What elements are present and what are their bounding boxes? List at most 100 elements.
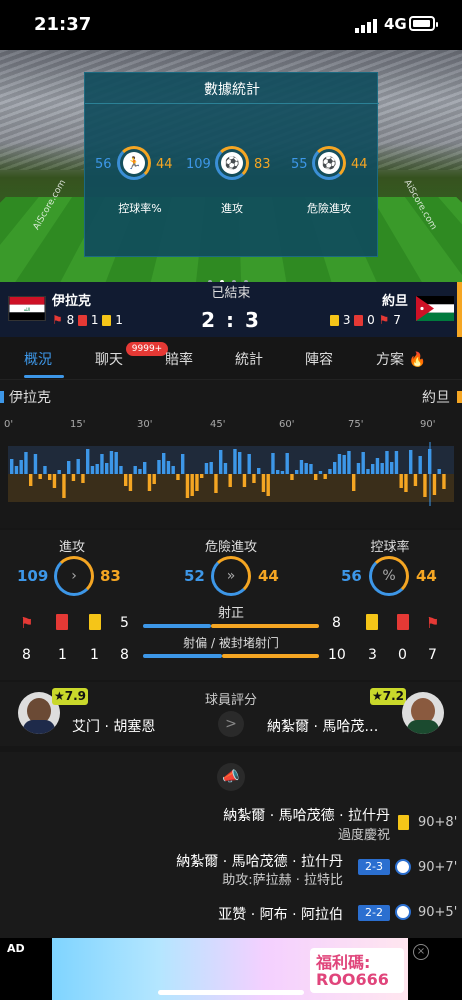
momentum-bar	[418, 456, 422, 474]
momentum-bar	[162, 453, 166, 474]
momentum-bar	[147, 474, 152, 491]
possession-ring: 🏃	[117, 146, 151, 180]
momentum-bar	[333, 462, 337, 474]
battery-icon	[409, 16, 438, 31]
ad-close-icon[interactable]: ×	[413, 944, 429, 960]
event-minute: 90+5'	[418, 905, 458, 920]
ratings-title: 球員評分	[204, 693, 257, 708]
momentum-bar	[423, 474, 427, 497]
yellow-card-icon	[398, 815, 409, 830]
away-team-name[interactable]: 約旦	[382, 290, 408, 309]
momentum-bar	[209, 462, 213, 474]
tab-overview[interactable]: 概況	[24, 349, 52, 369]
home-team-name[interactable]: 伊拉克	[52, 290, 91, 309]
tab-chat[interactable]: 聊天	[95, 349, 123, 369]
momentum-bar	[295, 470, 299, 474]
momentum-bar	[399, 474, 403, 488]
momentum-bar	[266, 474, 270, 496]
shots-on-away-bar	[211, 624, 319, 628]
ad-code-line2: ROO666	[316, 970, 389, 989]
momentum-bar	[352, 474, 356, 491]
danger-ring: ⚽	[312, 146, 346, 180]
home-indicator	[158, 990, 304, 995]
event-player-name: 納紮爾 · 馬哈茂德 · 拉什丹	[176, 854, 343, 870]
momentum-bar	[390, 462, 394, 474]
event-player-name: 亚赞 · 阿布 · 阿拉伯	[218, 907, 343, 923]
tab-odds[interactable]: 賠率	[165, 349, 193, 369]
momentum-bar	[33, 454, 38, 474]
tab-lineup[interactable]: 陣容	[305, 349, 333, 369]
chevrons-icon: »	[226, 568, 236, 584]
tab-stats[interactable]: 統計	[235, 349, 263, 369]
danger-away: 44	[258, 567, 279, 585]
momentum-bar	[432, 474, 437, 495]
event-score: 2-3	[358, 859, 390, 875]
event-score: 2-2	[358, 905, 390, 921]
momentum-bar	[328, 469, 332, 474]
momentum-bar	[257, 468, 261, 474]
corner-flag-icon: ⚑	[426, 614, 440, 632]
yellow-card-icon	[102, 315, 112, 326]
momentum-bar	[304, 463, 308, 474]
momentum-bar	[143, 462, 147, 474]
jordan-flag-icon	[416, 296, 454, 321]
attack-home: 109	[17, 567, 49, 585]
panel-stat-right: 83	[254, 157, 271, 172]
momentum-bar	[261, 474, 266, 492]
momentum-bar	[62, 474, 66, 498]
panel-stat-label: 進攻	[221, 202, 243, 215]
shots-on-away: 8	[332, 615, 341, 631]
momentum-bar	[114, 452, 118, 474]
event-detail: 助攻:萨拉赫 · 拉特比	[222, 873, 343, 888]
away-color-strip	[457, 282, 462, 337]
momentum-bar	[323, 474, 327, 479]
possession-label: 控球率	[370, 540, 410, 555]
panel-stat-left: 109	[186, 157, 211, 172]
attack-label: 進攻	[58, 540, 85, 555]
svg-text:الله: الله	[24, 308, 31, 313]
momentum-bar	[361, 452, 365, 474]
stats-panel: 數據統計 56 🏃 44 控球率% 109 ⚽ 83 進攻 55 ⚽ 44 危險…	[84, 72, 379, 257]
momentum-bar	[190, 474, 194, 496]
possession-ring: %	[369, 556, 409, 596]
tab-plans[interactable]: 方案 🔥	[376, 349, 426, 369]
momentum-bar	[152, 474, 156, 484]
corner-flag-icon: ⚑	[20, 614, 34, 632]
momentum-bar	[119, 466, 123, 474]
momentum-bar	[366, 469, 370, 474]
corner-flag-icon: ⚑	[378, 313, 390, 327]
momentum-bar	[185, 474, 190, 498]
momentum-bar	[43, 466, 47, 474]
possession-away: 44	[416, 567, 437, 585]
danger-home: 52	[184, 567, 205, 585]
possession-home: 56	[341, 567, 362, 585]
momentum-bar	[342, 455, 346, 474]
panel-stat-label: 控球率%	[118, 202, 162, 215]
yellow-card-icon	[89, 614, 101, 630]
match-status: 已結束	[211, 286, 251, 301]
home-player-name[interactable]: 艾门 · 胡塞恩	[72, 716, 155, 736]
momentum-bar	[371, 464, 375, 474]
away-player-name[interactable]: 納紮爾 · 馬哈茂…	[267, 716, 378, 736]
momentum-bar	[24, 452, 28, 474]
red-card-icon	[397, 614, 409, 630]
momentum-bar	[219, 450, 223, 474]
event-detail: 過度慶祝	[337, 828, 390, 843]
percent-icon: %	[382, 568, 396, 584]
momentum-bar	[238, 452, 242, 474]
momentum-bar	[71, 474, 76, 481]
momentum-bar	[285, 453, 289, 474]
momentum-bar	[299, 460, 304, 474]
momentum-bar	[48, 474, 52, 480]
ratings-arrow-button[interactable]: >	[218, 711, 244, 737]
attack-ring: ›	[54, 556, 94, 596]
carousel-dots[interactable]	[208, 269, 256, 284]
momentum-bar	[228, 474, 232, 487]
momentum-bar	[52, 474, 57, 488]
event-player-name: 納紮爾 · 馬哈茂德 · 拉什丹	[223, 808, 390, 824]
red-card-icon	[354, 315, 364, 326]
momentum-bar	[124, 474, 128, 486]
momentum-bar	[67, 461, 71, 474]
momentum-bar	[86, 449, 90, 474]
momentum-bar	[247, 454, 251, 474]
